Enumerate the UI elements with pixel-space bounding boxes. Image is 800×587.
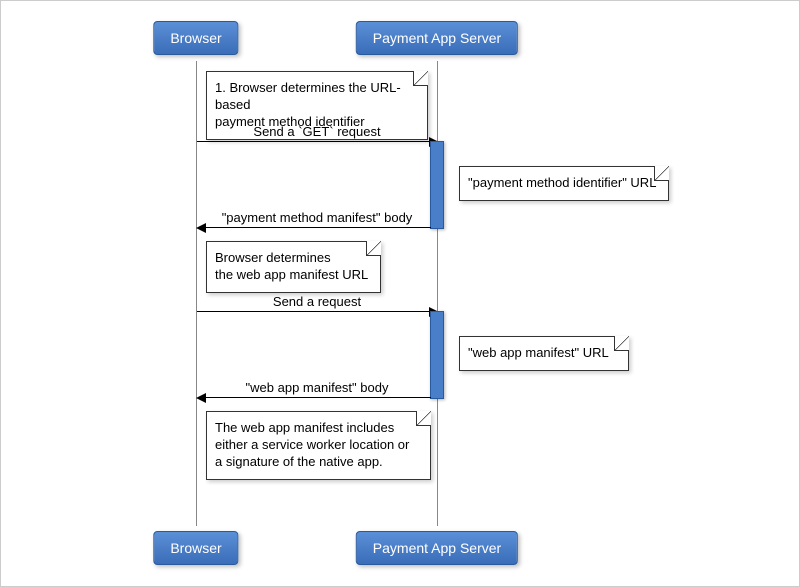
note-fold-icon: [366, 241, 381, 256]
message-pmm-body: "payment method manifest" body: [197, 210, 437, 225]
note-text: "payment method identifier" URL: [468, 175, 656, 190]
arrow-line: [205, 227, 431, 228]
note-text: The web app manifest includeseither a se…: [215, 420, 409, 469]
participant-browser-bottom: Browser: [153, 531, 238, 565]
note-text: Browser determinesthe web app manifest U…: [215, 250, 368, 282]
message-get-request: Send a `GET` request: [197, 124, 437, 139]
arrow-head-left-icon: [196, 223, 206, 233]
note-fold-icon: [614, 336, 629, 351]
note-fold-icon: [416, 411, 431, 426]
message-send-request: Send a request: [197, 294, 437, 309]
sequence-diagram: Browser Payment App Server 1. Browser de…: [0, 0, 800, 587]
note-wam-url: "web app manifest" URL: [459, 336, 629, 371]
participant-browser-top: Browser: [153, 21, 238, 55]
note-text: "web app manifest" URL: [468, 345, 609, 360]
note-pmi-url: "payment method identifier" URL: [459, 166, 669, 201]
arrow-line: [205, 397, 431, 398]
note-wam-contents: The web app manifest includeseither a se…: [206, 411, 431, 480]
note-webapp-manifest-url-determine: Browser determinesthe web app manifest U…: [206, 241, 381, 293]
note-text: 1. Browser determines the URL-basedpayme…: [215, 80, 401, 129]
arrow-line: [197, 141, 429, 142]
note-fold-icon: [654, 166, 669, 181]
message-wam-body: "web app manifest" body: [197, 380, 437, 395]
participant-server-bottom: Payment App Server: [356, 531, 518, 565]
lifeline-server: [437, 61, 438, 526]
participant-server-top: Payment App Server: [356, 21, 518, 55]
arrow-head-left-icon: [196, 393, 206, 403]
arrow-line: [197, 311, 429, 312]
note-fold-icon: [413, 71, 428, 86]
